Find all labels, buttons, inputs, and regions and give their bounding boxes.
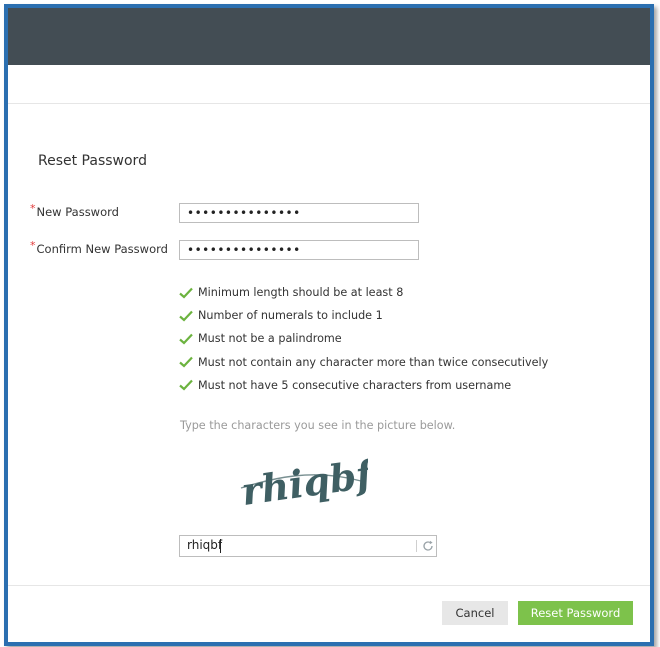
captcha-text: rhiqbf (239, 450, 368, 508)
divider (416, 540, 417, 552)
footer-divider (8, 585, 650, 586)
page-title: Reset Password (38, 153, 147, 169)
required-marker: * (30, 239, 36, 252)
captcha-input-value: rhiqbf (187, 538, 223, 552)
rule-text: Must not contain any character more than… (198, 355, 549, 369)
check-icon (179, 333, 193, 345)
rule-text: Must not have 5 consecutive characters f… (198, 378, 512, 392)
check-icon (179, 310, 193, 322)
text-caret (220, 539, 221, 553)
confirm-password-field[interactable]: ••••••••••••••• (179, 240, 419, 260)
new-password-label-text: New Password (36, 205, 119, 219)
check-icon (179, 380, 193, 391)
check-icon (179, 287, 193, 299)
rule-item: Must not contain any character more than… (179, 351, 548, 374)
password-rules-list: Minimum length should be at least 8 Numb… (179, 281, 548, 397)
captcha-input[interactable]: rhiqbf (179, 535, 437, 557)
top-navigation-bar (8, 8, 650, 65)
header-strip (8, 65, 650, 104)
reset-password-window: Reset Password *New Password •••••••••••… (4, 4, 654, 646)
captcha-image: rhiqbf (239, 450, 368, 508)
rule-item: Minimum length should be at least 8 (179, 281, 548, 304)
confirm-password-label-text: Confirm New Password (36, 242, 168, 256)
rule-item: Number of numerals to include 1 (179, 304, 548, 327)
rule-text: Minimum length should be at least 8 (198, 286, 404, 300)
new-password-field[interactable]: ••••••••••••••• (179, 203, 419, 223)
reset-password-button[interactable]: Reset Password (518, 601, 633, 625)
rule-text: Must not be a palindrome (198, 332, 342, 346)
rule-item: Must not have 5 consecutive characters f… (179, 374, 548, 397)
confirm-password-label: *Confirm New Password (30, 239, 168, 256)
rule-text: Number of numerals to include 1 (198, 309, 383, 323)
check-icon (179, 356, 193, 368)
cancel-button[interactable]: Cancel (442, 601, 508, 625)
refresh-icon[interactable] (422, 540, 434, 552)
new-password-label: *New Password (30, 202, 119, 219)
rule-item: Must not be a palindrome (179, 327, 548, 350)
required-marker: * (30, 202, 36, 215)
captcha-hint: Type the characters you see in the pictu… (180, 419, 456, 432)
